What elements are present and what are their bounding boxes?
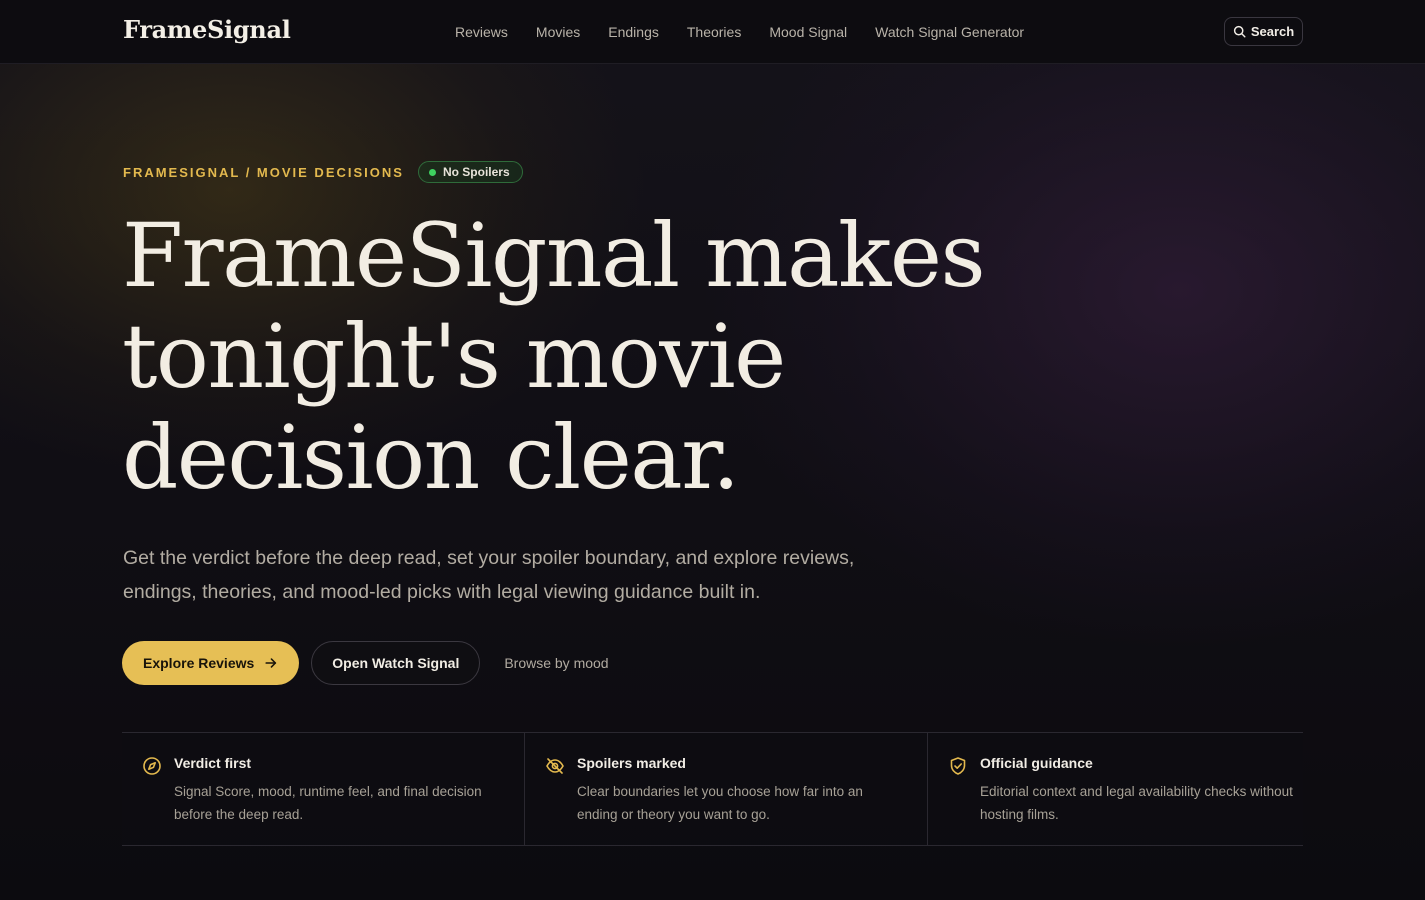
hero-headline: FrameSignal makes tonight's movie decisi… [122, 204, 986, 509]
feature-verdict-first: Verdict first Signal Score, mood, runtim… [122, 733, 525, 845]
nav-link-theories[interactable]: Theories [687, 24, 741, 40]
nav-link-reviews[interactable]: Reviews [455, 24, 508, 40]
nav-link-movies[interactable]: Movies [536, 24, 580, 40]
search-button[interactable]: Search [1224, 17, 1303, 46]
arrow-right-icon [265, 658, 277, 668]
feature-title: Spoilers marked [577, 755, 686, 771]
nav-link-endings[interactable]: Endings [608, 24, 659, 40]
eyebrow-text: FRAMESIGNAL / MOVIE DECISIONS [123, 164, 404, 180]
badge-label: No Spoilers [442, 165, 510, 179]
feature-title: Official guidance [980, 755, 1093, 771]
nav-links: Reviews Movies Endings Theories Mood Sig… [455, 24, 1052, 40]
eyebrow-row: FRAMESIGNAL / MOVIE DECISIONS No Spoiler… [123, 161, 523, 183]
shield-check-icon [950, 757, 966, 775]
no-spoilers-badge: No Spoilers [417, 161, 523, 183]
open-watch-signal-button[interactable]: Open Watch Signal [311, 641, 481, 685]
status-dot-icon [428, 168, 436, 176]
page: FrameSignal Reviews Movies Endings Theor… [0, 0, 1425, 900]
browse-by-mood-link[interactable]: Browse by mood [504, 655, 608, 671]
feature-text: Clear boundaries let you choose how far … [577, 784, 863, 822]
feature-title: Verdict first [174, 755, 252, 771]
compass-icon [143, 757, 161, 775]
feature-official-guidance: Official guidance Editorial context and … [928, 733, 1330, 845]
top-nav: FrameSignal Reviews Movies Endings Theor… [0, 0, 1425, 64]
hero-subtext: Get the verdict before the deep read, se… [123, 547, 855, 603]
explore-reviews-label: Explore Reviews [143, 655, 255, 671]
eye-off-icon [546, 758, 564, 774]
feature-spoilers-marked: Spoilers marked Clear boundaries let you… [525, 733, 928, 845]
feature-strip: Verdict first Signal Score, mood, runtim… [122, 732, 1303, 846]
nav-link-watch-signal-generator[interactable]: Watch Signal Generator [875, 24, 1024, 40]
feature-text: Signal Score, mood, runtime feel, and fi… [174, 784, 482, 822]
search-label: Search [1250, 24, 1295, 39]
explore-reviews-button[interactable]: Explore Reviews [122, 641, 300, 685]
nav-link-mood-signal[interactable]: Mood Signal [769, 24, 847, 40]
brand-logo[interactable]: FrameSignal [123, 15, 291, 44]
search-icon [1233, 25, 1246, 38]
feature-text: Editorial context and legal availability… [980, 784, 1293, 822]
cta-row: Explore Reviews Open Watch Signal Browse… [122, 641, 609, 685]
